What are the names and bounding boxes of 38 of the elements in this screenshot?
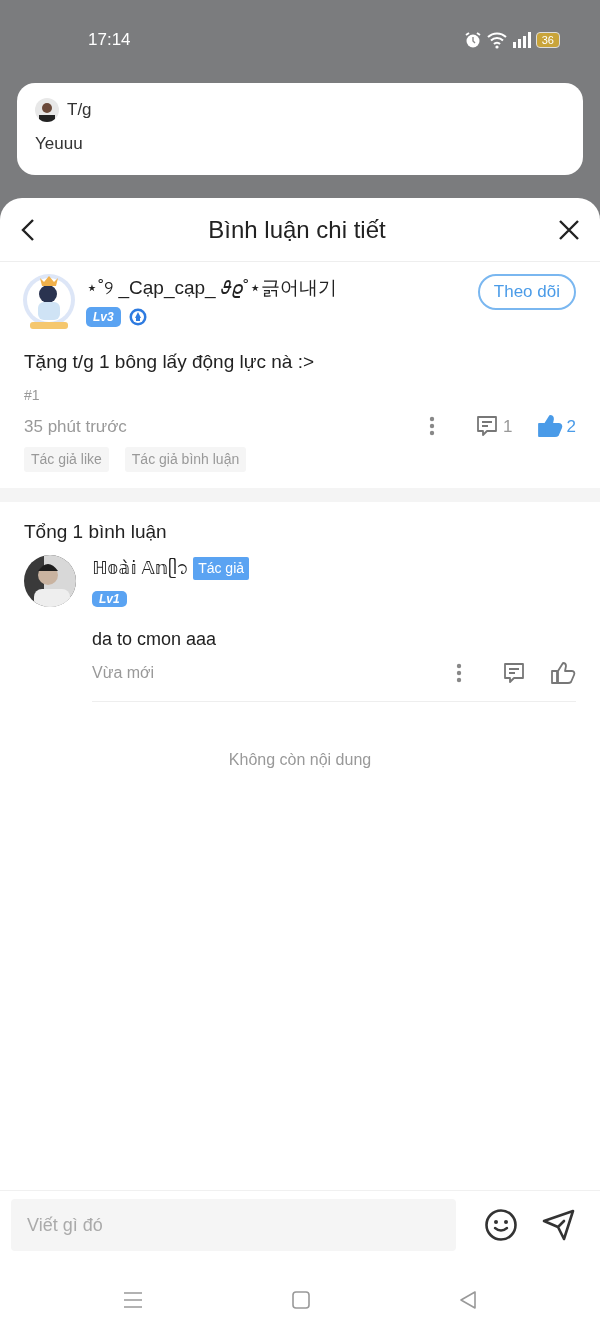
- sheet-title: Bình luận chi tiết: [208, 214, 386, 245]
- comment-text: da to cmon aaa: [92, 627, 218, 651]
- more-icon[interactable]: [429, 416, 436, 437]
- tag: Tác giả like: [24, 447, 109, 472]
- author-name[interactable]: ⋆˚୨ _Cạp_cạp_ 𝜗𝜚˚⋆긁어내기: [86, 274, 470, 303]
- tag: Tác giả bình luận: [124, 447, 247, 472]
- comments-total: Tổng 1 bình luận: [24, 520, 168, 544]
- back-icon[interactable]: [20, 217, 36, 242]
- alarm-icon: [463, 31, 482, 49]
- comment-text: Tặng t/g 1 bông lấy động lực nà :>: [24, 350, 315, 374]
- comment-count: 1: [503, 415, 513, 438]
- end-of-content-note: Không còn nội dung: [227, 749, 373, 770]
- comment-icon[interactable]: [502, 660, 526, 685]
- signal-icon: [511, 32, 532, 48]
- wifi-icon: [485, 31, 508, 49]
- like-icon[interactable]: [536, 414, 563, 439]
- level-badge: Lv3: [86, 306, 121, 327]
- home-icon[interactable]: [292, 1291, 310, 1309]
- emoji-icon[interactable]: [484, 1208, 518, 1242]
- more-icon[interactable]: [456, 662, 462, 683]
- author-badge: Tác giả: [193, 556, 250, 580]
- comment-number: #1: [24, 385, 41, 405]
- close-icon[interactable]: [558, 218, 580, 241]
- send-icon[interactable]: [542, 1208, 576, 1242]
- like-icon[interactable]: [550, 660, 576, 685]
- notification-sender: T/g: [67, 99, 92, 121]
- author-name[interactable]: ℍ𝕠𝕒̀𝕚 𝔸𝕟ᥫ᭡: [92, 554, 190, 582]
- battery-icon: 36: [535, 32, 560, 48]
- level-badge: Lv1: [92, 590, 127, 607]
- comment-icon[interactable]: [475, 414, 500, 439]
- notification-card[interactable]: T/g Yeuuu: [17, 83, 583, 175]
- timestamp: 35 phút trước: [24, 415, 128, 438]
- status-time: 17:14: [88, 29, 131, 52]
- medal-icon: [128, 307, 147, 326]
- like-count: 2: [566, 415, 576, 438]
- notification-message: Yeuuu: [35, 132, 84, 155]
- timestamp: Vừa mới: [92, 662, 156, 683]
- comment-input-field[interactable]: Viết gì đó: [11, 1199, 456, 1251]
